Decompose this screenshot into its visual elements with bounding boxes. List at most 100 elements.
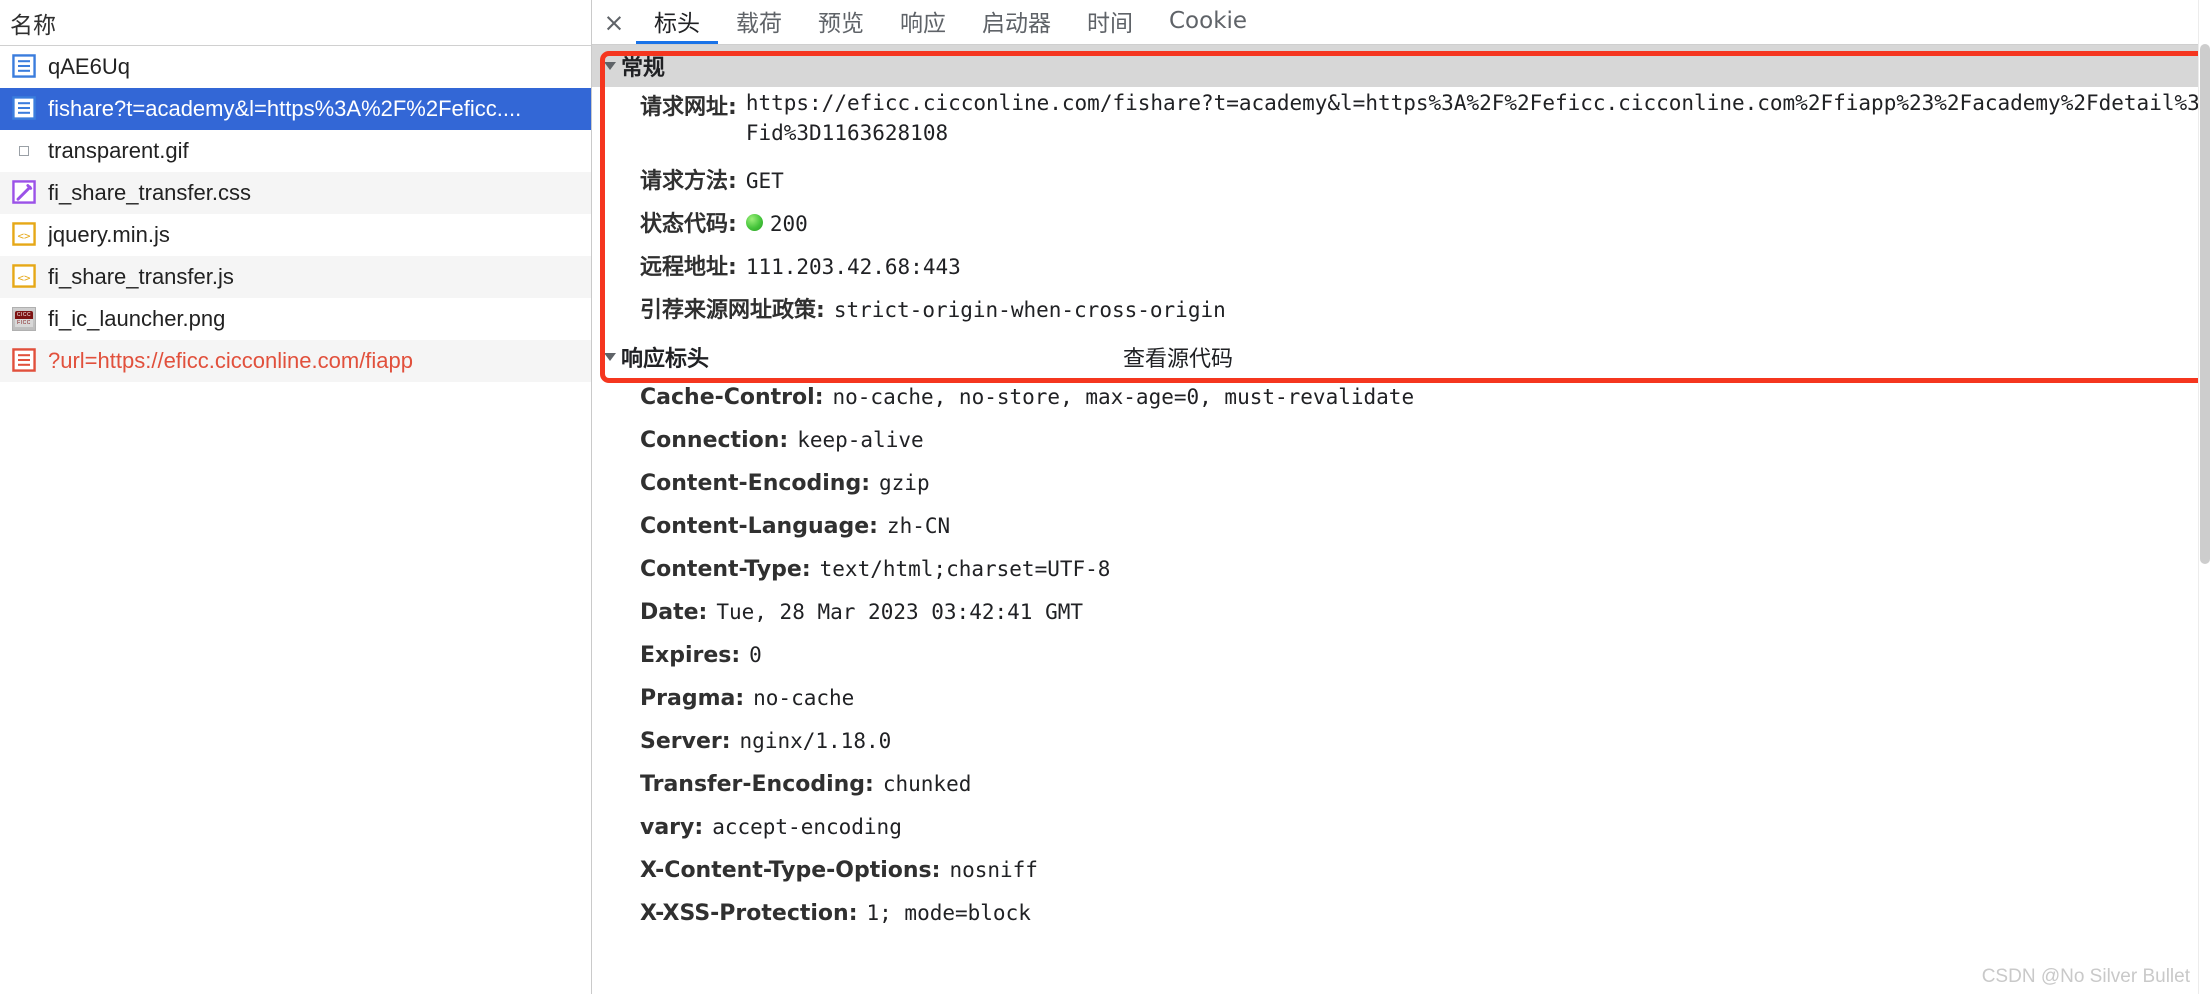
header-key: Transfer-Encoding: <box>640 772 874 797</box>
header-row: Date: Tue, 28 Mar 2023 03:42:41 GMT <box>592 598 2212 641</box>
header-value: 0 <box>749 643 762 667</box>
section-general-header[interactable]: 常规 <box>592 45 2212 87</box>
png-thumbnail-icon: CICC FICC <box>12 307 36 331</box>
header-value: 200 <box>769 212 808 236</box>
tab-7[interactable]: Cookie <box>1151 0 1265 44</box>
details-scrollbar-thumb[interactable] <box>2200 44 2210 564</box>
request-list-item[interactable]: ?url=https://eficc.cicconline.com/fiapp <box>0 340 591 382</box>
header-key: 引荐来源网址政策: <box>640 298 825 323</box>
tab-3[interactable]: 预览 <box>800 0 882 44</box>
header-value: no-cache <box>753 686 855 710</box>
request-list-item[interactable]: fishare?t=academy&l=https%3A%2F%2Feficc.… <box>0 88 591 130</box>
request-list-item-label: fi_share_transfer.js <box>48 264 234 289</box>
header-value: keep-alive <box>797 428 924 452</box>
tab-2[interactable]: 载荷 <box>718 0 800 44</box>
header-row: Server: nginx/1.18.0 <box>592 727 2212 770</box>
response-header-rows: Cache-Control: no-cache, no-store, max-ag… <box>592 379 2212 942</box>
request-list-panel: 名称 qAE6Uq fishare?t=academy&l=https%3A%2F… <box>0 0 592 994</box>
header-key: X-XSS-Protection: <box>640 901 858 926</box>
header-row: Connection: keep-alive <box>592 426 2212 469</box>
header-key: Date: <box>640 600 708 625</box>
script-icon: <> <box>12 264 36 290</box>
request-list-item-label: transparent.gif <box>48 138 189 163</box>
header-value: 111.203.42.68:443 <box>745 255 961 279</box>
header-value: chunked <box>882 772 972 796</box>
header-row: 请求网址: https://eficc.cicconline.com/fishar… <box>592 87 2212 163</box>
request-list-header: 名称 <box>0 0 591 46</box>
section-response-headers-header[interactable]: 响应标头 查看源代码 <box>592 335 2212 379</box>
stylesheet-icon <box>12 180 36 206</box>
request-list-item[interactable]: fi_share_transfer.css <box>0 172 591 214</box>
section-general-title: 常规 <box>621 56 666 81</box>
document-error-icon <box>12 348 36 374</box>
header-key: vary: <box>640 815 704 840</box>
svg-text:<>: <> <box>17 271 31 284</box>
request-details-panel: × 标头 载荷 预览 响应 启动器 时间 Cookie 常规 请求网址: https://ef… <box>592 0 2212 994</box>
details-tabbar: × 标头 载荷 预览 响应 启动器 时间 Cookie <box>592 0 2212 45</box>
header-key: Server: <box>640 729 731 754</box>
request-list-item[interactable]: CICC FICC fi_ic_launcher.png <box>0 298 591 340</box>
details-scrollbar[interactable] <box>2198 0 2212 994</box>
header-value: Tue, 28 Mar 2023 03:42:41 GMT <box>716 600 1083 624</box>
header-row: 远程地址: 111.203.42.68:443 <box>592 249 2212 292</box>
image-small-icon <box>12 138 36 164</box>
header-value: strict-origin-when-cross-origin <box>833 298 1226 322</box>
header-key: Content-Encoding: <box>640 471 871 496</box>
header-row: Cache-Control: no-cache, no-store, max-ag… <box>592 383 2212 426</box>
request-list-item[interactable]: transparent.gif <box>0 130 591 172</box>
header-value: nosniff <box>949 858 1038 882</box>
watermark-text: CSDN @No Silver Bullet <box>1981 966 2190 987</box>
header-row: Pragma: no-cache <box>592 684 2212 727</box>
header-row: 请求方法: GET <box>592 163 2212 206</box>
header-value: 1; mode=block <box>866 901 1031 925</box>
header-row: X-XSS-Protection: 1; mode=block <box>592 899 2212 942</box>
header-value: zh-CN <box>886 514 951 538</box>
header-value: nginx/1.18.0 <box>739 729 892 753</box>
request-list-item-label: ?url=https://eficc.cicconline.com/fiapp <box>48 348 414 373</box>
header-value: no-cache, no-store, max-age=0, must-reva… <box>832 385 1415 409</box>
header-key: Connection: <box>640 428 789 453</box>
header-value: accept-encoding <box>712 815 902 839</box>
tab-6[interactable]: 时间 <box>1069 0 1151 44</box>
header-key: Pragma: <box>640 686 745 711</box>
header-key: Cache-Control: <box>640 385 824 410</box>
request-list-item-label: fi_share_transfer.css <box>48 180 251 205</box>
request-list-item-label: fi_ic_launcher.png <box>48 306 226 331</box>
header-value: https://eficc.cicconline.com/fishare?t=a… <box>745 91 2200 145</box>
tab-1[interactable]: 标头 <box>636 0 718 44</box>
chevron-down-icon <box>604 62 616 70</box>
request-list-item-label: jquery.min.js <box>48 222 170 247</box>
request-list-item[interactable]: qAE6Uq <box>0 46 591 88</box>
header-key: Expires: <box>640 643 741 668</box>
request-list-item[interactable]: <> fi_share_transfer.js <box>0 256 591 298</box>
header-key: Content-Language: <box>640 514 878 539</box>
request-list-item[interactable]: <> jquery.min.js <box>0 214 591 256</box>
header-key: X-Content-Type-Options: <box>640 858 941 883</box>
header-row: 状态代码: 200 <box>592 206 2212 249</box>
header-row: 引荐来源网址政策: strict-origin-when-cross-origin <box>592 292 2212 335</box>
svg-text:<>: <> <box>17 229 31 242</box>
document-icon <box>12 96 36 122</box>
request-list-item-label: fishare?t=academy&l=https%3A%2F%2Feficc.… <box>48 96 522 121</box>
general-rows: 请求网址: https://eficc.cicconline.com/fishar… <box>592 87 2212 335</box>
tab-4[interactable]: 响应 <box>882 0 964 44</box>
close-icon[interactable]: × <box>592 0 636 44</box>
tab-5[interactable]: 启动器 <box>964 0 1069 44</box>
header-value: text/html;charset=UTF-8 <box>819 557 1111 581</box>
column-header-name: 名称 <box>10 12 56 39</box>
header-row: Content-Language: zh-CN <box>592 512 2212 555</box>
header-key: 远程地址: <box>640 255 737 280</box>
devtools-network-panel: 名称 qAE6Uq fishare?t=academy&l=https%3A%2F… <box>0 0 2212 994</box>
header-value: GET <box>745 169 784 193</box>
view-source-link[interactable]: 查看源代码 <box>1123 341 1233 373</box>
request-list: qAE6Uq fishare?t=academy&l=https%3A%2F%2F… <box>0 46 591 382</box>
section-response-headers-title: 响应标头 <box>621 347 710 372</box>
header-key: 状态代码: <box>640 212 737 237</box>
status-ok-icon <box>745 214 763 231</box>
header-key: Content-Type: <box>640 557 811 582</box>
details-content: 常规 请求网址: https://eficc.cicconline.com/fis… <box>592 45 2212 994</box>
script-icon: <> <box>12 222 36 248</box>
document-icon <box>12 54 36 80</box>
tab-strip: 标头 载荷 预览 响应 启动器 时间 Cookie <box>636 0 1265 44</box>
header-row: X-Content-Type-Options: nosniff <box>592 856 2212 899</box>
